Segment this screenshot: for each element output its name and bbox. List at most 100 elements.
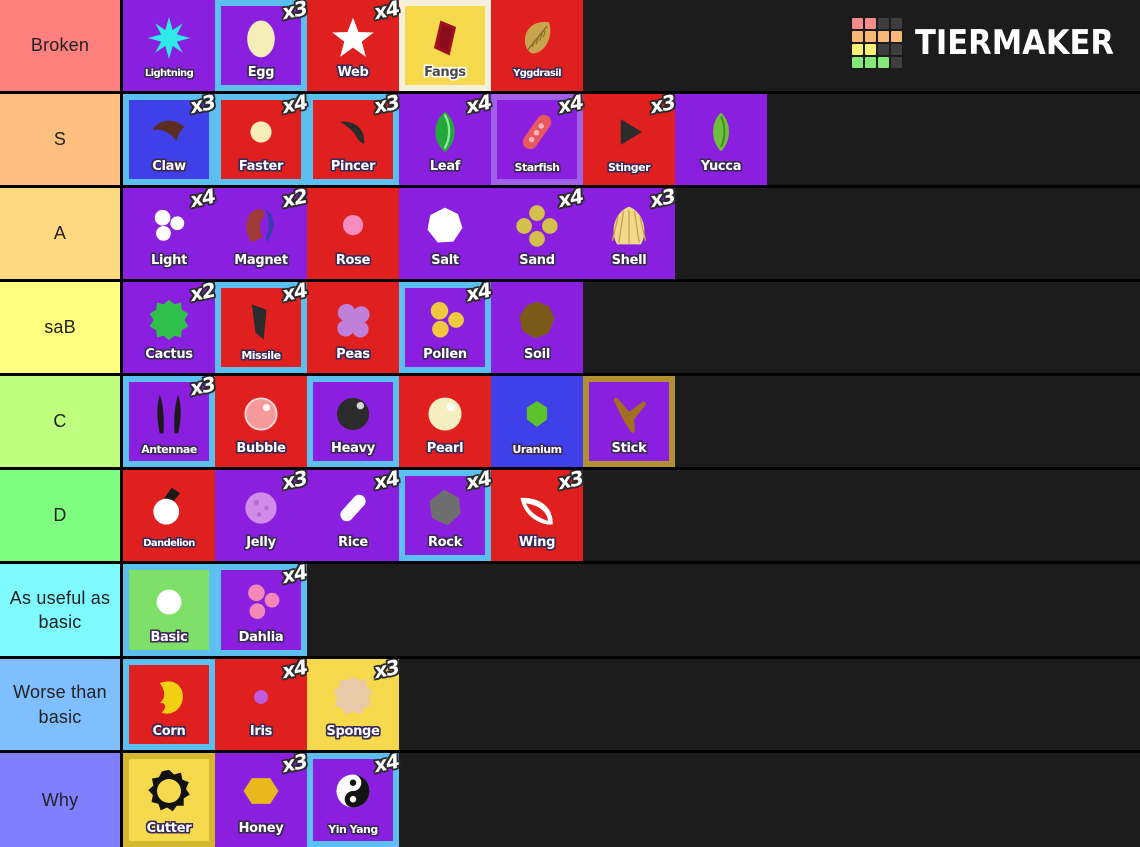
tier-item-tile[interactable]: Dahlia x4 (215, 564, 309, 656)
tier-label-d[interactable]: D (0, 470, 123, 561)
salt-crystal-icon (405, 200, 485, 252)
tier-item-tile[interactable]: Uranium (491, 376, 583, 467)
tier-item-tile[interactable]: Web x4 (307, 0, 401, 91)
tier-label-a[interactable]: A (0, 188, 123, 279)
rose-circle-icon (313, 200, 393, 252)
tile-name-label: Jelly (246, 535, 276, 550)
tier-item-tile[interactable]: Yin Yang x4 (307, 753, 401, 847)
tile-name-label: Iris (249, 724, 273, 739)
tile-body: Rose (313, 194, 393, 273)
tier-item-tile[interactable]: Iris x4 (215, 659, 309, 750)
tile-name-label: Cutter (146, 821, 192, 836)
tier-item-tile[interactable]: Soil (491, 282, 583, 373)
tier-item-tile[interactable]: Magnet x2 (215, 188, 309, 279)
tier-item-tile[interactable]: Shell x3 (583, 188, 677, 279)
tier-items-container[interactable]: Light x4 Magnet x2 Rose Salt Sand x4 Shell x3 (123, 188, 1140, 279)
tile-name-label: Claw (152, 159, 186, 174)
tier-row: Why Cutter Honey x3 Yin Yang x4 (0, 753, 1140, 847)
tile-name-label: Wing (518, 535, 556, 550)
tier-item-tile[interactable]: Antennae x3 (123, 376, 217, 467)
tile-body: Lightning (129, 6, 209, 85)
tile-name-label: Stinger (607, 161, 651, 174)
tier-item-tile[interactable]: Jelly x3 (215, 470, 309, 561)
tier-label-c[interactable]: C (0, 376, 123, 467)
yucca-leaf-icon (681, 106, 761, 158)
tier-item-tile[interactable]: Egg x3 (215, 0, 309, 91)
tile-body: Uranium (497, 382, 577, 461)
tier-item-tile[interactable]: Salt (399, 188, 491, 279)
tile-name-label: Rock (427, 535, 463, 550)
tier-item-tile[interactable]: Cutter (123, 753, 215, 847)
tier-item-tile[interactable]: Claw x3 (123, 94, 217, 185)
corn-kernel-icon (129, 671, 209, 723)
tier-label-s[interactable]: S (0, 94, 123, 185)
tier-item-tile[interactable]: Dandelion (123, 470, 215, 561)
tile-name-label: Starfish (514, 161, 560, 174)
tier-label-broken[interactable]: Broken (0, 0, 123, 91)
tier-item-tile[interactable]: Rock x4 (399, 470, 493, 561)
tier-item-tile[interactable]: Fangs (399, 0, 491, 91)
tile-name-label: Pincer (330, 159, 376, 174)
tile-name-label: Web (337, 65, 369, 80)
tile-name-label: Cactus (145, 347, 193, 362)
tier-item-tile[interactable]: Cactus x2 (123, 282, 217, 373)
tile-body: Bubble (221, 382, 301, 461)
tile-name-label: Yggdrasil (513, 68, 561, 79)
tier-item-tile[interactable]: Pearl (399, 376, 491, 467)
tier-item-tile[interactable]: Stinger x3 (583, 94, 677, 185)
tier-item-tile[interactable]: Light x4 (123, 188, 217, 279)
tier-items-container[interactable]: Basic Dahlia x4 (123, 564, 1140, 656)
yggdrasil-leaf-icon (497, 12, 577, 64)
tile-body: Fangs (405, 6, 485, 85)
tier-item-tile[interactable]: Sponge x3 (307, 659, 401, 750)
tier-item-tile[interactable]: Lightning (123, 0, 215, 91)
tier-item-tile[interactable]: Rose (307, 188, 399, 279)
tier-item-tile[interactable]: Pincer x3 (307, 94, 401, 185)
tier-label-worse-than-basic[interactable]: Worse than basic (0, 659, 123, 750)
tier-row: Broken Lightning Egg x3 Web x4 Fangs Yggdrasil (0, 0, 1140, 94)
tier-items-container[interactable]: Corn Iris x4 Sponge x3 (123, 659, 1140, 750)
tier-item-tile[interactable]: Sand x4 (491, 188, 585, 279)
tile-name-label: Egg (247, 65, 275, 80)
tier-item-tile[interactable]: Stick (583, 376, 675, 467)
tier-row: Worse than basic Corn Iris x4 Sponge x3 (0, 659, 1140, 753)
tier-item-tile[interactable]: Honey x3 (215, 753, 309, 847)
tier-item-tile[interactable]: Missile x4 (215, 282, 309, 373)
tile-body: Soil (497, 288, 577, 367)
tier-item-tile[interactable]: Peas (307, 282, 399, 373)
tier-item-tile[interactable]: Bubble (215, 376, 307, 467)
tier-row: As useful as basic Basic Dahlia x4 (0, 564, 1140, 659)
tile-body: Salt (405, 194, 485, 273)
tier-item-tile[interactable]: Rice x4 (307, 470, 401, 561)
tile-name-label: Faster (238, 159, 284, 174)
tile-body: Dandelion (129, 476, 209, 555)
tile-body: Yucca (681, 100, 761, 179)
tile-name-label: Magnet (234, 253, 288, 268)
tier-items-container[interactable]: Lightning Egg x3 Web x4 Fangs Yggdrasil (123, 0, 1140, 91)
tile-name-label: Antennae (141, 443, 197, 456)
tier-item-tile[interactable]: Heavy (307, 376, 399, 467)
tier-items-container[interactable]: Antennae x3 Bubble Heavy Pearl Uranium Stick (123, 376, 1140, 467)
tier-item-tile[interactable]: Leaf x4 (399, 94, 493, 185)
tier-item-tile[interactable]: Corn (123, 659, 215, 750)
tier-item-tile[interactable]: Yucca (675, 94, 767, 185)
cutter-gear-icon (129, 765, 209, 817)
tier-label-sab[interactable]: saB (0, 282, 123, 373)
tile-name-label: Rose (335, 253, 371, 268)
tier-item-tile[interactable]: Faster x4 (215, 94, 309, 185)
tier-item-tile[interactable]: Wing x3 (491, 470, 585, 561)
tier-items-container[interactable]: Dandelion Jelly x3 Rice x4 Rock x4 Wing x3 (123, 470, 1140, 561)
tier-items-container[interactable]: Claw x3 Faster x4 Pincer x3 Leaf x4 Starfish x4 St… (123, 94, 1140, 185)
tier-item-tile[interactable]: Starfish x4 (491, 94, 585, 185)
tile-name-label: Pollen (423, 347, 467, 362)
tier-item-tile[interactable]: Basic (123, 564, 215, 656)
tier-item-tile[interactable]: Pollen x4 (399, 282, 493, 373)
tier-items-container[interactable]: Cactus x2 Missile x4 Peas Pollen x4 Soil (123, 282, 1140, 373)
tier-row: C Antennae x3 Bubble Heavy Pearl Uranium Stick (0, 376, 1140, 470)
tier-item-tile[interactable]: Yggdrasil (491, 0, 583, 91)
tier-label-as-useful-as-basic[interactable]: As useful as basic (0, 564, 123, 656)
tier-items-container[interactable]: Cutter Honey x3 Yin Yang x4 (123, 753, 1140, 847)
tier-label-why[interactable]: Why (0, 753, 123, 847)
tile-name-label: Yin Yang (328, 823, 378, 836)
tile-name-label: Leaf (429, 159, 461, 174)
